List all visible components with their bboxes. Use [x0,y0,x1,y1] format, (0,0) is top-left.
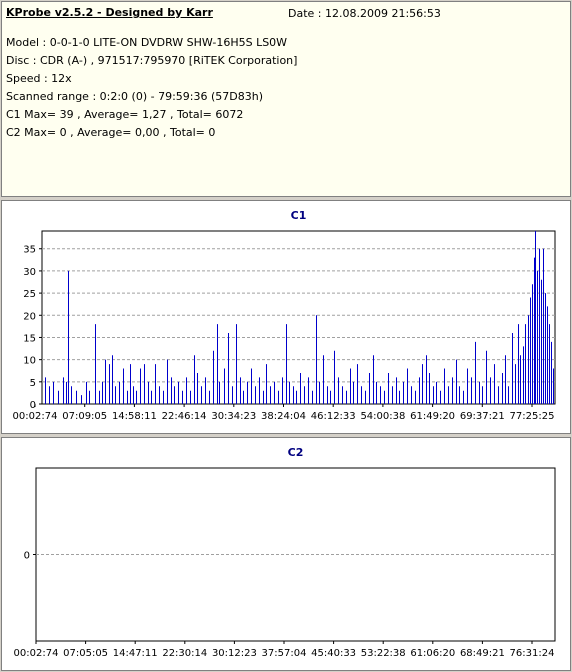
x-tick-label: 07:09:05 [62,411,107,422]
x-tick-label: 30:34:23 [211,411,256,422]
scan-date: Date : 12.08.2009 21:56:53 [288,7,441,20]
x-tick-label: 61:49:20 [410,411,455,422]
x-tick-label: 77:25:25 [510,411,555,422]
model-line: Model : 0-0-1-0 LITE-ON DVDRW SHW-16H5S … [6,36,288,49]
c2-chart-panel: C2 0 00:02:74 07:05:05 14:47:11 22:30:14 30:12… [1,437,571,671]
y-tick-label: 0 [24,551,30,562]
c2-chart: C2 0 00:02:74 07:05:05 14:47:11 22:30:14 30:12… [14,446,556,659]
x-tick-label: 46:12:33 [311,411,356,422]
speed-line: Speed : 12x [6,72,72,85]
x-tick-label: 37:57:04 [262,648,307,659]
x-tick-label: 69:37:21 [460,411,505,422]
app-title: KProbe v2.5.2 - Designed by Karr [6,6,213,19]
c1-chart-panel: C1 0 5 10 15 20 25 30 35 00:02:74 07:09:05 14:58:11… [1,200,571,434]
x-tick-label: 00:02:74 [14,648,59,659]
y-tick-label: 20 [23,311,36,322]
x-tick-label: 38:24:04 [261,411,306,422]
y-tick-label: 25 [23,289,36,300]
x-tick-label: 22:46:14 [162,411,207,422]
y-tick-label: 35 [23,245,36,256]
c2-summary-line: C2 Max= 0 , Average= 0,00 , Total= 0 [6,126,216,139]
x-tick-label: 45:40:33 [311,648,356,659]
chart-title: C1 [291,209,307,222]
info-panel: KProbe v2.5.2 - Designed by Karr Date : … [1,1,571,197]
y-tick-label: 10 [23,356,36,367]
plot-area [41,230,556,405]
x-tick-label: 54:00:38 [360,411,405,422]
x-tick-label: 53:22:38 [361,648,406,659]
x-tick-label: 22:30:14 [162,648,207,659]
x-tick-label: 14:58:11 [112,411,157,422]
y-tick-label: 5 [30,378,36,389]
disc-line: Disc : CDR (A-) , 971517:795970 [RiTEK C… [6,54,298,67]
c1-summary-line: C1 Max= 39 , Average= 1,27 , Total= 6072 [6,108,244,121]
x-tick-label: 14:47:11 [113,648,158,659]
x-tick-label: 07:05:05 [63,648,108,659]
x-tick-label: 68:49:21 [460,648,505,659]
y-tick-label: 30 [23,267,36,278]
range-line: Scanned range : 0:2:0 (0) - 79:59:36 (57… [6,90,264,103]
c1-chart: C10510152025303500:02:74 07:09:05 14:58:11… [13,209,556,422]
y-tick-label: 15 [23,333,36,344]
x-tick-label: 30:12:23 [212,648,257,659]
chart-title: C2 [288,446,304,459]
x-tick-label: 61:06:20 [410,648,455,659]
x-tick-label: 00:02:74 [13,411,58,422]
x-tick-label: 76:31:24 [510,648,555,659]
